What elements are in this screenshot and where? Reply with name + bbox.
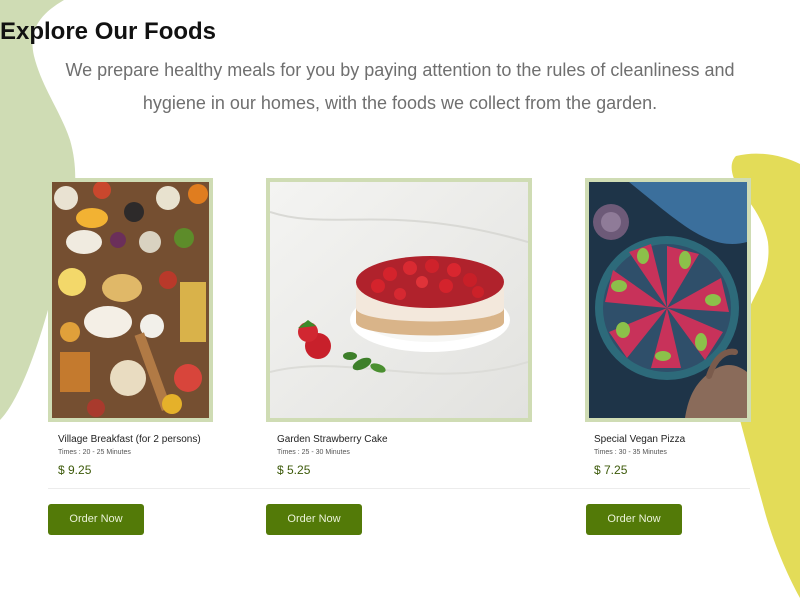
food-name: Village Breakfast (for 2 persons) xyxy=(58,434,201,445)
food-name: Garden Strawberry Cake xyxy=(277,434,388,445)
food-price: $ 9.25 xyxy=(58,463,92,477)
page-subtitle: We prepare healthy meals for you by payi… xyxy=(65,60,735,113)
food-price: $ 7.25 xyxy=(594,463,628,477)
order-now-button[interactable]: Order Now xyxy=(586,504,682,535)
food-name: Special Vegan Pizza xyxy=(594,434,686,445)
food-time: Times : 25 - 30 Minutes xyxy=(277,449,350,456)
vegan-pizza-photo xyxy=(589,182,747,418)
strawberry-cake-photo xyxy=(270,182,528,418)
food-time: Times : 30 - 35 Minutes xyxy=(594,449,667,456)
divider xyxy=(48,488,750,489)
breakfast-spread-photo xyxy=(52,182,209,418)
page-title: Explore Our Foods xyxy=(0,18,217,45)
order-now-button[interactable]: Order Now xyxy=(266,504,362,535)
food-price: $ 5.25 xyxy=(277,463,311,477)
order-now-button[interactable]: Order Now xyxy=(48,504,144,535)
food-time: Times : 20 - 25 Minutes xyxy=(58,449,131,456)
